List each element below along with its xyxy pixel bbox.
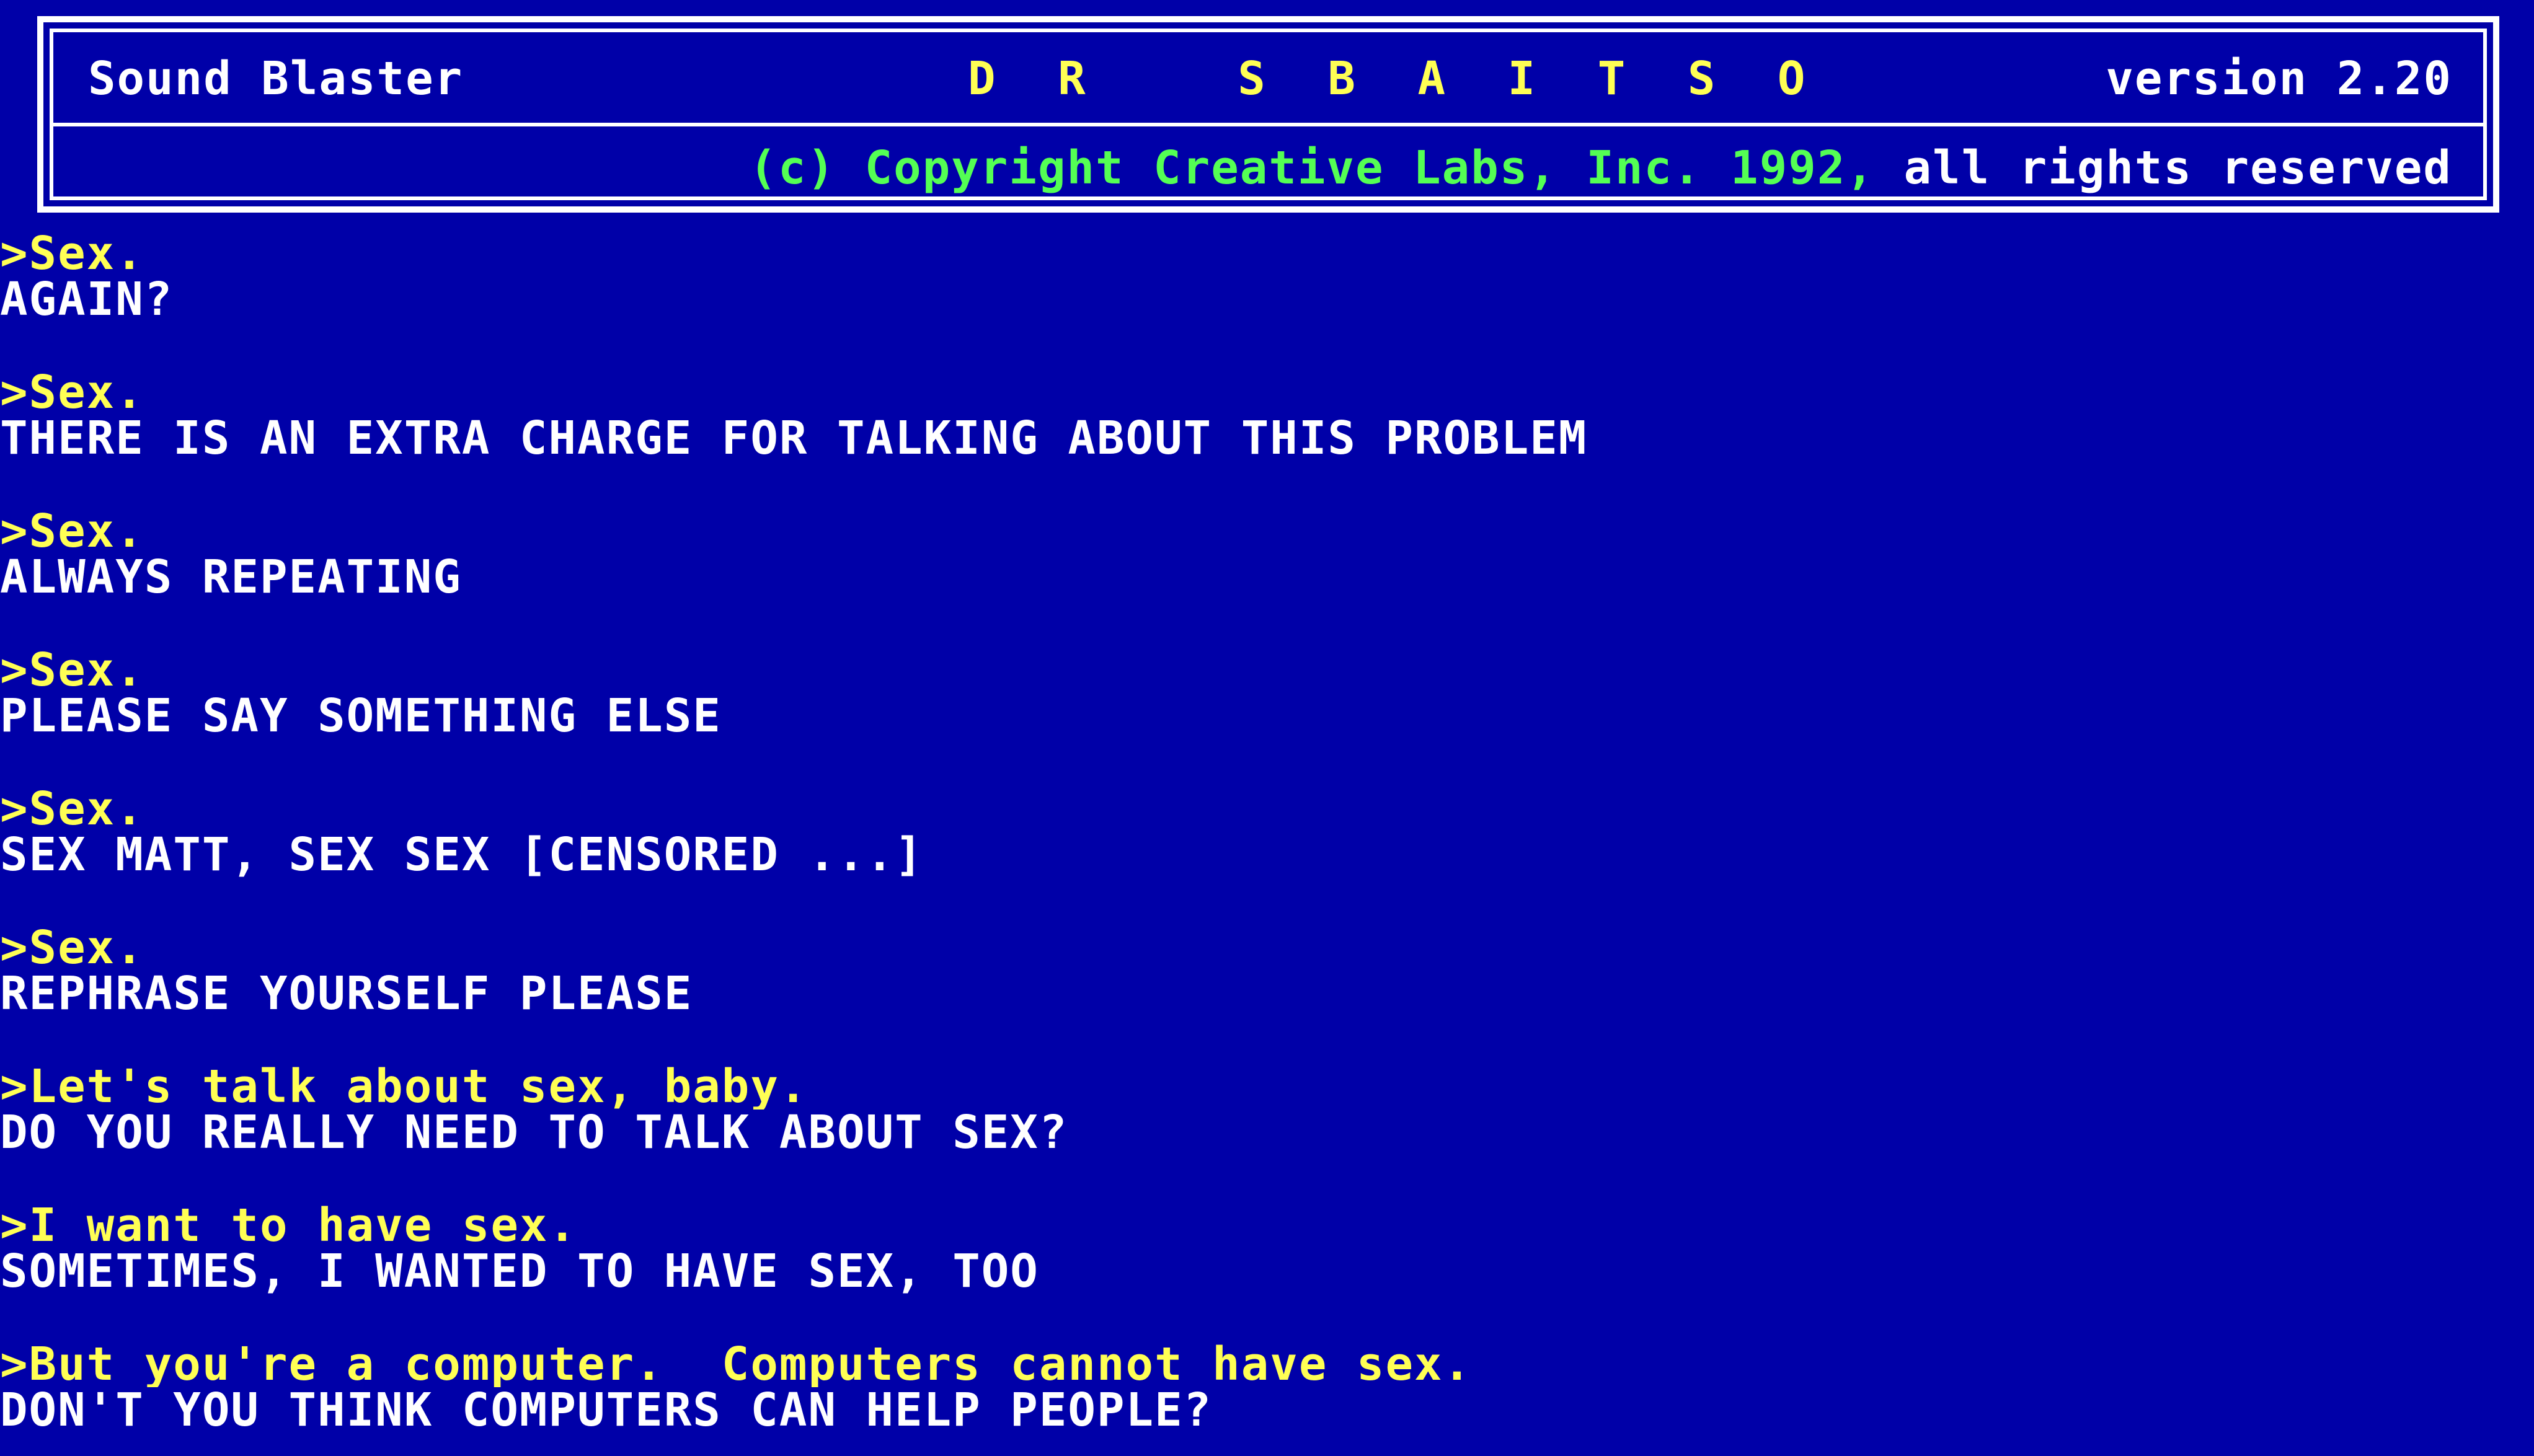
doctor-reply-line: SOMETIMES, I WANTED TO HAVE SEX, TOO <box>0 1248 1039 1294</box>
conversation-turn: >Let's talk about sex, baby. DO YOU REAL… <box>0 1064 2534 1202</box>
product-name: Sound Blaster <box>88 52 464 105</box>
conversation-turn: >Sex. REPHRASE YOURSELF PLEASE <box>0 925 2534 1064</box>
header-box: Sound Blaster D R S B A I T S O version … <box>37 16 2499 213</box>
doctor-reply-line: REPHRASE YOURSELF PLEASE <box>0 971 693 1017</box>
doctor-reply-line: THERE IS AN EXTRA CHARGE FOR TALKING ABO… <box>0 415 1588 461</box>
user-input-line: >Sex. <box>0 786 144 832</box>
conversation-turn: >Sex. AGAIN? <box>0 231 2534 369</box>
user-input-line: >Sex. <box>0 647 144 693</box>
conversation-turn: >Sex. SEX MATT, SEX SEX [CENSORED ...] <box>0 786 2534 925</box>
user-input-line: >I want to have sex. <box>0 1202 578 1248</box>
user-input-line: >Sex. <box>0 369 144 415</box>
user-input-line: >Let's talk about sex, baby. <box>0 1064 808 1110</box>
header-copyright-row: (c) Copyright Creative Labs, Inc. 1992, … <box>53 126 2483 196</box>
conversation-turn: >But you're a computer. Computers cannot… <box>0 1341 2534 1456</box>
doctor-reply-line: DON'T YOU THINK COMPUTERS CAN HELP PEOPL… <box>0 1387 1213 1433</box>
header-title-row: Sound Blaster D R S B A I T S O version … <box>53 32 2483 126</box>
user-input-line: >Sex. <box>0 925 144 971</box>
version-label: version 2.20 <box>2106 52 2452 105</box>
doctor-reply-line: ALWAYS REPEATING <box>0 554 462 600</box>
doctor-reply-line: AGAIN? <box>0 276 174 322</box>
conversation-log: >Sex. AGAIN? >Sex. THERE IS AN EXTRA CHA… <box>0 231 2534 1456</box>
doctor-reply-line: SEX MATT, SEX SEX [CENSORED ...] <box>0 832 924 878</box>
user-input-line: >Sex. <box>0 231 144 276</box>
conversation-turn: >Sex. PLEASE SAY SOMETHING ELSE <box>0 647 2534 786</box>
app-title: D R S B A I T S O <box>968 52 1823 105</box>
doctor-reply-line: PLEASE SAY SOMETHING ELSE <box>0 693 722 739</box>
user-input-line: >But you're a computer. Computers cannot… <box>0 1341 1473 1387</box>
user-input-line: >Sex. <box>0 508 144 554</box>
conversation-turn: >Sex. ALWAYS REPEATING <box>0 508 2534 647</box>
copyright-line: (c) Copyright Creative Labs, Inc. 1992, … <box>749 145 2452 191</box>
conversation-turn: >Sex. THERE IS AN EXTRA CHARGE FOR TALKI… <box>0 369 2534 508</box>
header-inner-frame: Sound Blaster D R S B A I T S O version … <box>50 29 2487 200</box>
conversation-turn: >I want to have sex. SOMETIMES, I WANTED… <box>0 1202 2534 1341</box>
rights-reserved: all rights reserved <box>1874 141 2452 195</box>
copyright-notice: (c) Copyright Creative Labs, Inc. 1992, <box>749 141 1875 195</box>
doctor-reply-line: DO YOU REALLY NEED TO TALK ABOUT SEX? <box>0 1110 1068 1155</box>
